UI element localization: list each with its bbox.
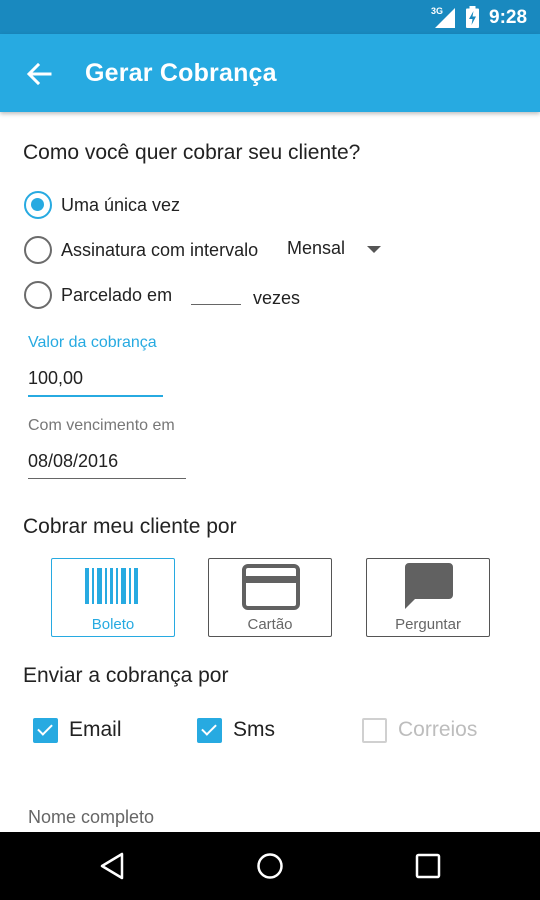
send-via-heading: Enviar a cobrança por [23, 664, 229, 687]
nav-back-icon[interactable] [98, 851, 128, 881]
radio-single-charge[interactable]: Uma única vez [24, 190, 180, 220]
app-bar: Gerar Cobrança [0, 34, 540, 112]
nav-home-icon[interactable] [255, 851, 285, 881]
payment-method-label: Boleto [91, 616, 135, 633]
radio-button[interactable] [24, 236, 52, 264]
page-title: Gerar Cobrança [85, 59, 277, 87]
signal-icon [435, 8, 455, 28]
radio-button[interactable] [24, 191, 52, 219]
barcode-icon [85, 568, 138, 604]
checkbox-checked[interactable] [33, 717, 58, 743]
send-mail-checkbox: Correios [362, 714, 477, 746]
radio-label: Assinatura com intervalo [61, 239, 259, 260]
battery-charging-icon [466, 6, 479, 28]
payment-method-card[interactable]: Cartão [208, 558, 332, 637]
due-date-input[interactable]: 08/08/2016 [28, 451, 186, 479]
back-arrow-icon[interactable] [25, 60, 53, 88]
dropdown-caret-icon [367, 246, 381, 253]
checkbox-label: Sms [233, 718, 275, 741]
nav-recents-icon[interactable] [413, 851, 443, 881]
payment-method-ask[interactable]: Perguntar [366, 558, 490, 637]
radio-installments[interactable]: Parcelado em [24, 280, 172, 310]
radio-label: Uma única vez [61, 194, 181, 215]
checkbox-label: Email [69, 718, 122, 741]
radio-subscription[interactable]: Assinatura com intervalo [24, 235, 258, 265]
interval-value: Mensal [287, 238, 346, 258]
radio-button[interactable] [24, 281, 52, 309]
radio-label: Parcelado em [61, 284, 173, 305]
send-email-checkbox[interactable]: Email [33, 714, 122, 746]
payment-method-boleto[interactable]: Boleto [51, 558, 175, 637]
customer-name-label: Nome completo [28, 807, 155, 827]
amount-input[interactable]: 100,00 [28, 368, 163, 397]
system-navigation-bar [0, 832, 540, 900]
charge-type-heading: Como você quer cobrar seu cliente? [23, 141, 361, 164]
clock: 9:28 [489, 7, 528, 28]
checkbox-checked[interactable] [197, 717, 222, 743]
payment-method-heading: Cobrar meu cliente por [23, 515, 237, 538]
payment-method-label: Cartão [247, 616, 293, 633]
interval-dropdown[interactable]: Mensal [287, 238, 387, 264]
credit-card-icon [242, 564, 300, 610]
installments-suffix: vezes [253, 288, 301, 308]
payment-method-label: Perguntar [395, 616, 461, 633]
amount-label: Valor da cobrança [28, 334, 157, 351]
send-sms-checkbox[interactable]: Sms [197, 714, 275, 746]
checkbox-label: Correios [398, 718, 478, 741]
due-date-label: Com vencimento em [28, 417, 175, 434]
installments-input[interactable] [191, 285, 241, 305]
status-bar: 3G 9:28 [0, 0, 540, 34]
checkbox-disabled [362, 717, 387, 743]
chat-bubble-icon [405, 563, 453, 609]
